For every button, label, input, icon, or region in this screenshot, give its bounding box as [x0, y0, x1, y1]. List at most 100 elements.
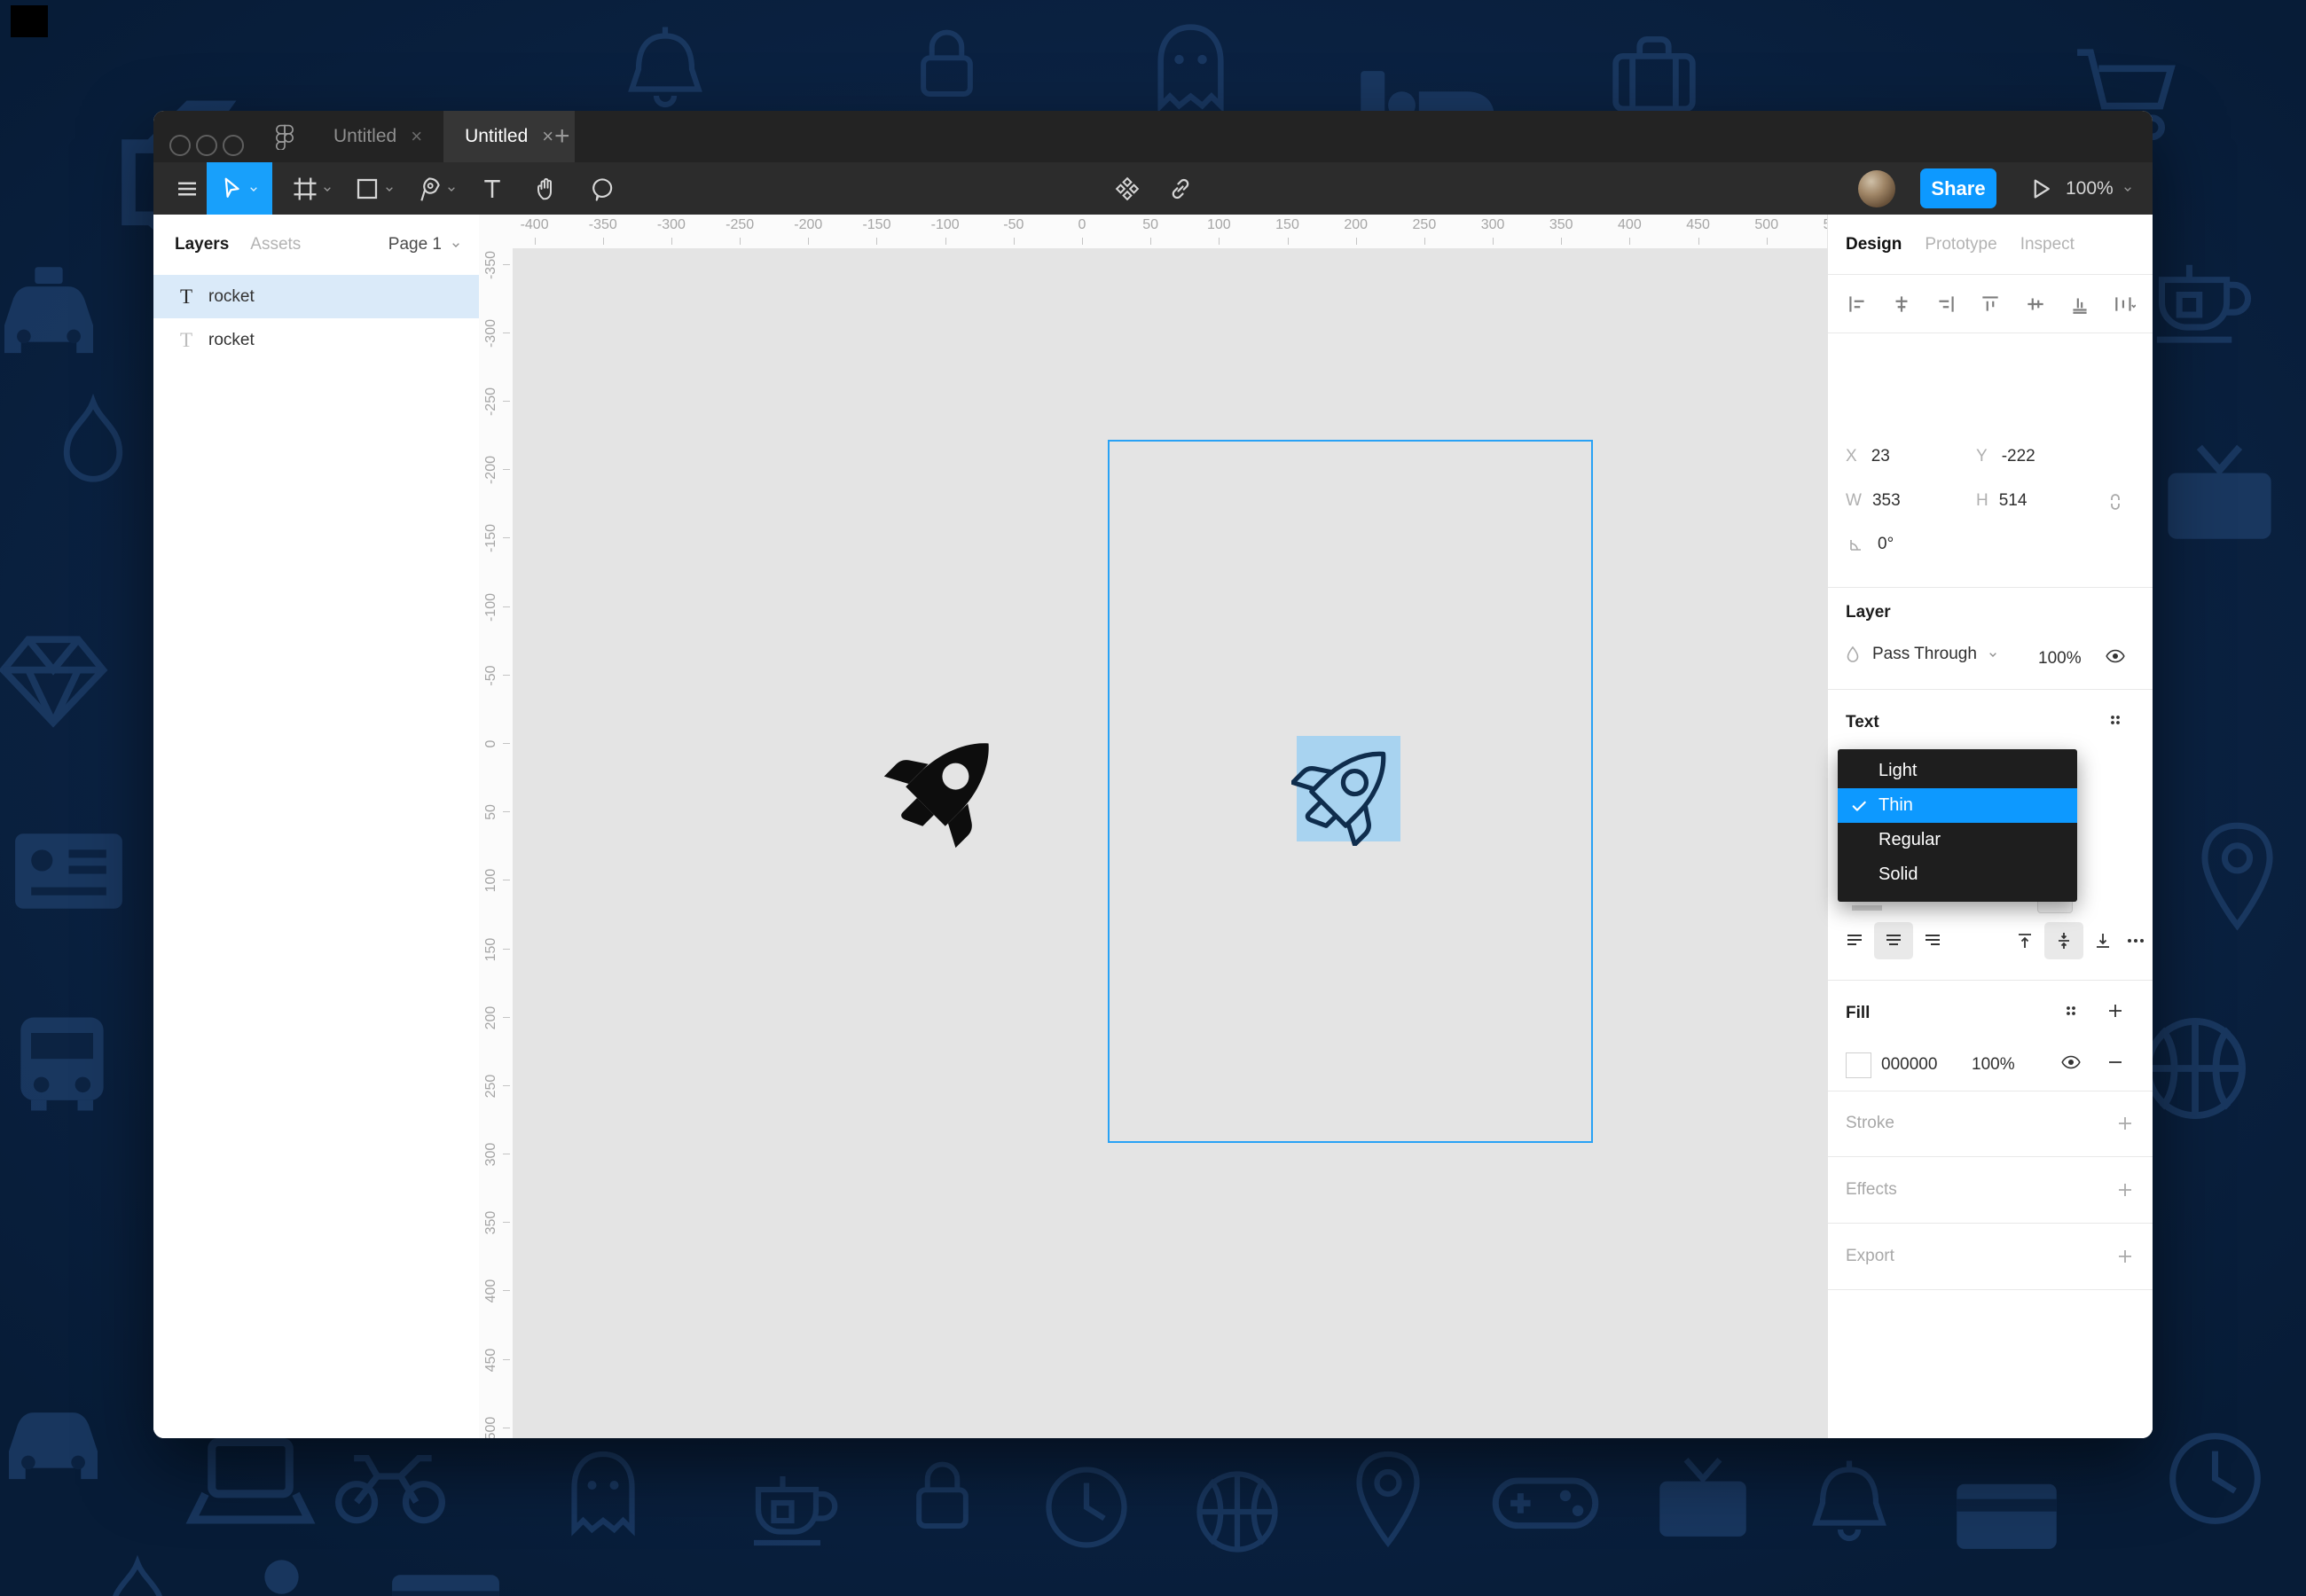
add-export-icon[interactable] [2114, 1246, 2136, 1267]
fill-styles-icon[interactable] [2060, 1000, 2082, 1021]
remove-fill-icon[interactable] [2105, 1052, 2126, 1073]
align-right-icon[interactable] [1934, 293, 1957, 316]
vertical-align-middle-button[interactable] [2044, 922, 2083, 959]
pen-tool-button[interactable] [409, 162, 466, 215]
ruler-tick-label: 200 [1344, 217, 1369, 232]
panel-tab-layers[interactable]: Layers [175, 235, 229, 254]
layer-opacity-value[interactable]: 100% [2038, 649, 2082, 669]
text-align-center-button[interactable] [1874, 922, 1913, 959]
frame-tool-button[interactable] [285, 162, 341, 215]
ruler-tick-mark [503, 1084, 510, 1086]
rocket-thin-glyph[interactable] [1291, 731, 1407, 846]
ruler-tick-label: 150 [1275, 217, 1299, 232]
layer-row[interactable]: Trocket [153, 318, 479, 362]
move-tool-button[interactable] [207, 162, 272, 215]
taxi-icon [0, 239, 115, 372]
vertical-align-top-button[interactable] [2005, 922, 2044, 959]
fill-visibility-eye-icon[interactable] [2060, 1052, 2082, 1073]
tab-inspect[interactable]: Inspect [2020, 235, 2075, 254]
pen-icon [416, 176, 443, 202]
window-titlebar: Untitled × Untitled × + [153, 111, 2153, 162]
add-effects-icon[interactable] [2114, 1179, 2136, 1201]
add-fill-icon[interactable] [2105, 1000, 2126, 1021]
font-weight-option[interactable]: Regular [1838, 823, 2077, 857]
layer-row[interactable]: Trocket [153, 275, 479, 318]
align-top-icon[interactable] [1979, 293, 2002, 316]
layers-panel-tabs: Layers Assets Page 1 [153, 215, 479, 276]
text-align-right-button[interactable] [1913, 922, 1952, 959]
user-avatar[interactable] [1858, 170, 1895, 207]
clock-glyph [2155, 1419, 2275, 1538]
lock-icon [896, 13, 998, 115]
fill-opacity-value[interactable]: 100% [1972, 1055, 2015, 1075]
vertical-align-bottom-button[interactable] [2083, 922, 2122, 959]
rotation-field[interactable]: 0° [1846, 534, 1894, 555]
type-details-ellipsis-icon[interactable] [2125, 930, 2146, 951]
page-selector[interactable]: Page 1 [388, 235, 463, 254]
fill-section-title: Fill [1846, 1004, 1871, 1022]
constrain-proportions-icon[interactable] [2105, 491, 2126, 512]
present-button[interactable] [2021, 162, 2060, 215]
comment-tool-button[interactable] [581, 162, 624, 215]
y-value: -222 [2001, 447, 2035, 466]
layer-visibility-eye-icon[interactable] [2105, 645, 2126, 667]
traffic-light-fullscreen-button[interactable] [223, 135, 244, 156]
create-component-button[interactable] [1108, 162, 1147, 215]
ruler-tick-mark [503, 401, 510, 403]
document-tab[interactable]: Untitled × [312, 111, 443, 162]
zoom-level-dropdown[interactable]: 100% [2066, 178, 2145, 200]
font-weight-option[interactable]: Light [1838, 754, 2077, 788]
ruler-tick-label: 400 [1618, 217, 1642, 232]
align-vertical-center-icon[interactable] [2024, 293, 2047, 316]
y-position-field[interactable]: Y -222 [1976, 447, 2035, 466]
text-styles-icon[interactable] [2105, 709, 2126, 731]
ruler-tick-mark [503, 606, 510, 607]
text-align-left-button[interactable] [1835, 922, 1874, 959]
flame-icon [84, 1552, 191, 1596]
ruler-tick: -150 [479, 502, 513, 573]
fill-hex-value[interactable]: 000000 [1881, 1055, 1937, 1075]
font-weight-option-selected[interactable]: Thin [1838, 788, 2077, 823]
panel-tab-assets[interactable]: Assets [250, 235, 301, 254]
alignment-toolbar [1828, 275, 2153, 333]
traffic-light-minimize-button[interactable] [196, 135, 217, 156]
rotation-value: 0° [1878, 535, 1894, 553]
tab-prototype[interactable]: Prototype [1925, 235, 1996, 254]
align-bottom-icon[interactable] [2068, 293, 2091, 316]
ruler-tick: 450 [1663, 215, 1734, 245]
tidy-up-icon[interactable] [2113, 293, 2136, 316]
width-field[interactable]: W 353 [1846, 491, 1901, 511]
ruler-tick: 350 [479, 1186, 513, 1257]
ruler-tick: 400 [1594, 215, 1665, 245]
map-pin-icon [1335, 1445, 1441, 1552]
rocket-solid-glyph[interactable] [882, 716, 1016, 849]
align-left-icon[interactable] [1846, 293, 1869, 316]
ruler-tick: -50 [479, 639, 513, 710]
fill-color-swatch[interactable] [1846, 1052, 1871, 1078]
main-menu-button[interactable] [166, 162, 208, 215]
traffic-light-close-button[interactable] [169, 135, 191, 156]
hand-tool-button[interactable] [526, 162, 569, 215]
vertical-align-bottom-icon [2092, 930, 2114, 951]
blend-mode-dropdown[interactable]: Pass Through [1842, 644, 2000, 665]
tab-design[interactable]: Design [1846, 235, 1902, 254]
shape-tool-button[interactable] [347, 162, 404, 215]
x-value: 23 [1871, 447, 1890, 466]
ruler-tick-mark [503, 537, 510, 539]
font-weight-option[interactable]: Solid [1838, 857, 2077, 892]
canvas[interactable]: -400 -350 -300 -250 -200 -150 -100 -50 0 50 100 150… [479, 215, 1827, 1438]
x-position-field[interactable]: X 23 [1846, 447, 1890, 466]
share-button[interactable]: Share [1920, 168, 1996, 208]
copy-link-button[interactable] [1161, 162, 1200, 215]
chevron-down-icon [449, 238, 463, 252]
ruler-tick-mark [1493, 238, 1494, 245]
ruler-tick-mark [503, 469, 510, 471]
height-field[interactable]: H 514 [1976, 491, 2027, 511]
text-tool-button[interactable] [471, 162, 514, 215]
tab-close-icon[interactable]: × [411, 125, 422, 148]
ruler-tick-label: 300 [1480, 217, 1505, 232]
new-tab-button[interactable]: + [542, 111, 583, 162]
vertical-align-top-icon [2014, 930, 2035, 951]
align-horizontal-center-icon[interactable] [1890, 293, 1913, 316]
add-stroke-icon[interactable] [2114, 1113, 2136, 1134]
